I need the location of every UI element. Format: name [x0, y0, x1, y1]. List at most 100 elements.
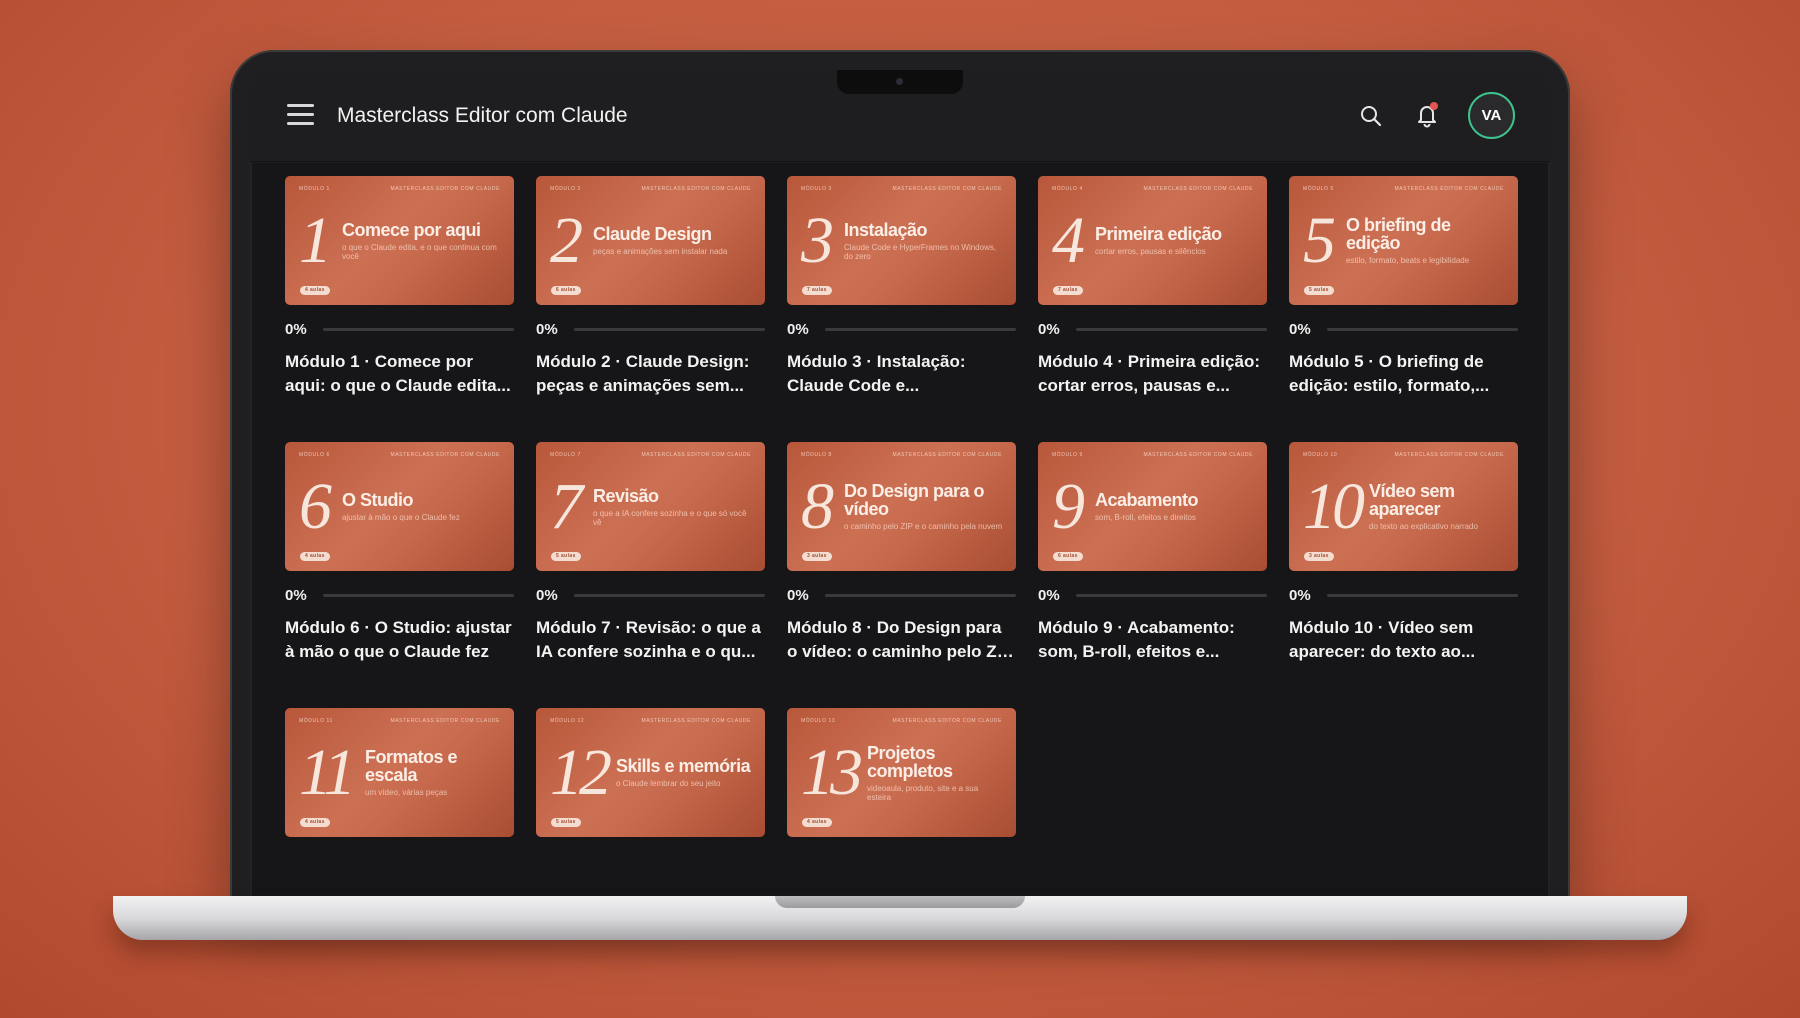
progress-row: 0%	[536, 587, 765, 604]
search-icon[interactable]	[1358, 103, 1386, 131]
lesson-count-badge: 3 aulas	[802, 552, 832, 561]
hamburger-icon[interactable]	[287, 104, 314, 126]
thumb-number: 11	[299, 736, 356, 809]
module-thumbnail[interactable]: Módulo 7 Masterclass Editor com Claude 7 Re…	[536, 442, 765, 571]
thumb-subtitle: um vídeo, várias peças	[365, 788, 448, 797]
thumb-title: Vídeo sem aparecer	[1369, 481, 1455, 519]
thumb-title: Primeira edição	[1095, 224, 1222, 244]
module-thumbnail[interactable]: Módulo 1 Masterclass Editor com Claude 1 Co…	[285, 176, 514, 305]
module-thumbnail[interactable]: Módulo 3 Masterclass Editor com Claude 3 In…	[787, 176, 1016, 305]
progress-percent: 0%	[1038, 321, 1060, 338]
module-title[interactable]: Módulo 4 · Primeira edição: cortar erros…	[1038, 350, 1267, 398]
lesson-count-badge: 5 aulas	[1304, 286, 1334, 295]
module-thumbnail[interactable]: Módulo 10 Masterclass Editor com Claude 10…	[1289, 442, 1518, 571]
thumb-subtitle: o que o Claude edita, e o que continua c…	[342, 242, 497, 261]
module-card[interactable]: Módulo 10 Masterclass Editor com Claude 10…	[1289, 442, 1518, 664]
module-card[interactable]: Módulo 13 Masterclass Editor com Claude 13…	[787, 708, 1016, 837]
thumb-number: 1	[299, 204, 332, 277]
module-card[interactable]: Módulo 5 Masterclass Editor com Claude 5 O …	[1289, 176, 1518, 398]
thumb-subtitle: peças e animações sem instalar nada	[593, 247, 728, 256]
module-card[interactable]: Módulo 1 Masterclass Editor com Claude 1 Co…	[285, 176, 514, 398]
module-card[interactable]: Módulo 2 Masterclass Editor com Claude 2 Cl…	[536, 176, 765, 398]
lesson-count-badge: 4 aulas	[802, 818, 832, 827]
thumb-subtitle: do texto ao explicativo narrado	[1369, 522, 1478, 531]
progress-bar	[1076, 594, 1267, 597]
thumb-number: 5	[1303, 204, 1336, 277]
module-title[interactable]: Módulo 7 · Revisão: o que a IA confere s…	[536, 616, 765, 664]
thumb-title: Instalação	[844, 219, 928, 240]
progress-bar	[574, 594, 765, 597]
module-card[interactable]: Módulo 3 Masterclass Editor com Claude 3 In…	[787, 176, 1016, 398]
thumb-title: Projetos completos	[867, 742, 953, 781]
thumb-subtitle: estilo, formato, beats e legibilidade	[1346, 256, 1470, 265]
module-card[interactable]: Módulo 6 Masterclass Editor com Claude 6 O …	[285, 442, 514, 664]
avatar[interactable]: VA	[1468, 92, 1515, 139]
thumb-subtitle: cortar erros, pausas e silêncios	[1095, 247, 1206, 256]
module-title[interactable]: Módulo 1 · Comece por aqui: o que o Clau…	[285, 350, 514, 398]
thumb-subtitle: o que a IA confere sozinha e o que só vo…	[593, 508, 747, 527]
thumb-kicker: Módulo 7	[550, 452, 581, 458]
lesson-count-badge: 4 aulas	[300, 818, 330, 827]
module-title[interactable]: Módulo 6 · O Studio: ajustar à mão o que…	[285, 616, 514, 664]
module-title[interactable]: Módulo 10 · Vídeo sem aparecer: do texto…	[1289, 616, 1518, 664]
lesson-count-badge: 5 aulas	[551, 818, 581, 827]
module-thumbnail[interactable]: Módulo 13 Masterclass Editor com Claude 13…	[787, 708, 1016, 837]
module-thumbnail[interactable]: Módulo 4 Masterclass Editor com Claude 4 Pr…	[1038, 176, 1267, 305]
module-card[interactable]: Módulo 11 Masterclass Editor com Claude 11…	[285, 708, 514, 837]
thumb-subtitle: o caminho pelo ZIP e o caminho pela nuve…	[844, 522, 1003, 531]
progress-row: 0%	[1038, 321, 1267, 338]
module-card[interactable]: Módulo 12 Masterclass Editor com Claude 12…	[536, 708, 765, 837]
thumb-title: O Studio	[342, 490, 414, 510]
lesson-count-badge: 5 aulas	[551, 552, 581, 561]
module-thumbnail[interactable]: Módulo 12 Masterclass Editor com Claude 12…	[536, 708, 765, 837]
lesson-count-badge: 6 aulas	[1053, 552, 1083, 561]
thumb-kicker: Módulo 4	[1052, 186, 1083, 192]
thumb-subtitle: ajustar à mão o que o Claude fez	[342, 513, 460, 522]
module-title[interactable]: Módulo 3 · Instalação: Claude Code e...	[787, 350, 1016, 398]
module-thumbnail[interactable]: Módulo 11 Masterclass Editor com Claude 11…	[285, 708, 514, 837]
module-title[interactable]: Módulo 2 · Claude Design: peças e animaç…	[536, 350, 765, 398]
thumb-title: Comece por aqui	[342, 219, 481, 240]
camera-notch	[837, 70, 963, 94]
thumb-number: 10	[1303, 470, 1365, 543]
thumb-kicker: Módulo 3	[801, 186, 832, 192]
module-card[interactable]: Módulo 7 Masterclass Editor com Claude 7 Re…	[536, 442, 765, 664]
progress-percent: 0%	[787, 321, 809, 338]
module-card[interactable]: Módulo 9 Masterclass Editor com Claude 9 Ac…	[1038, 442, 1267, 664]
thumb-number: 2	[550, 204, 583, 277]
thumb-kicker: Módulo 2	[550, 186, 581, 192]
module-title[interactable]: Módulo 5 · O briefing de edição: estilo,…	[1289, 350, 1518, 398]
notification-dot	[1430, 102, 1438, 110]
thumb-number: 3	[801, 204, 834, 277]
thumb-subtitle: Claude Code e HyperFrames no Windows, do…	[844, 242, 997, 261]
progress-percent: 0%	[536, 587, 558, 604]
thumb-title: Skills e memória	[616, 756, 751, 776]
thumb-number: 7	[550, 470, 583, 543]
progress-percent: 0%	[285, 587, 307, 604]
progress-bar	[323, 594, 514, 597]
laptop-base	[113, 896, 1687, 940]
bell-icon[interactable]	[1413, 101, 1441, 129]
thumb-number: 6	[299, 470, 332, 543]
thumb-number: 4	[1052, 204, 1085, 277]
thumb-title: Claude Design	[593, 224, 712, 244]
lesson-count-badge: 4 aulas	[300, 286, 330, 295]
progress-percent: 0%	[536, 321, 558, 338]
thumb-kicker: Módulo 6	[299, 452, 330, 458]
thumb-kicker: Módulo 11	[299, 718, 333, 724]
module-title[interactable]: Módulo 8 · Do Design para o vídeo: o cam…	[787, 616, 1016, 664]
module-title[interactable]: Módulo 9 · Acabamento: som, B-roll, efei…	[1038, 616, 1267, 664]
module-card[interactable]: Módulo 4 Masterclass Editor com Claude 4 Pr…	[1038, 176, 1267, 398]
progress-row: 0%	[285, 321, 514, 338]
thumb-kicker: Módulo 1	[299, 186, 330, 192]
app-window: Masterclass Editor com Claude VA Módulo …	[250, 70, 1550, 900]
progress-percent: 0%	[1289, 321, 1311, 338]
module-thumbnail[interactable]: Módulo 5 Masterclass Editor com Claude 5 O …	[1289, 176, 1518, 305]
progress-percent: 0%	[787, 587, 809, 604]
module-thumbnail[interactable]: Módulo 9 Masterclass Editor com Claude 9 Ac…	[1038, 442, 1267, 571]
module-thumbnail[interactable]: Módulo 8 Masterclass Editor com Claude 8 Do…	[787, 442, 1016, 571]
module-thumbnail[interactable]: Módulo 6 Masterclass Editor com Claude 6 O …	[285, 442, 514, 571]
module-thumbnail[interactable]: Módulo 2 Masterclass Editor com Claude 2 Cl…	[536, 176, 765, 305]
thumb-title: Acabamento	[1095, 490, 1199, 510]
module-card[interactable]: Módulo 8 Masterclass Editor com Claude 8 Do…	[787, 442, 1016, 664]
